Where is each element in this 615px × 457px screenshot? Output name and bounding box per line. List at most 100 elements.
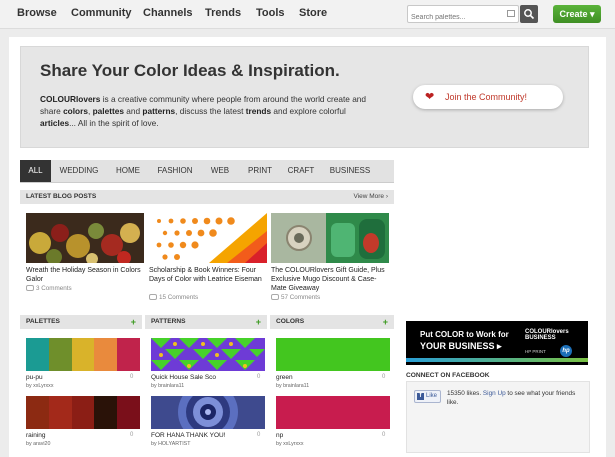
- palette-swatch[interactable]: [26, 338, 140, 371]
- facebook-header: CONNECT ON FACEBOOK: [406, 372, 490, 379]
- blog-header: LATEST BLOG POSTS View More ›: [20, 190, 394, 204]
- color-swatch[interactable]: [276, 396, 390, 429]
- color-name[interactable]: np: [276, 432, 283, 439]
- post-title-1[interactable]: Wreath the Holiday Season in Colors Galo…: [26, 266, 146, 284]
- palette-color-strip: [48, 338, 72, 371]
- pattern-author[interactable]: by brainlara11: [151, 383, 184, 389]
- palette-color-strip: [71, 338, 95, 371]
- palette-color-strip: [26, 338, 49, 371]
- add-color-icon[interactable]: +: [383, 315, 388, 329]
- palette-color-strip: [71, 396, 95, 429]
- palette-grid-icon[interactable]: [507, 10, 515, 17]
- hero-banner: Share Your Color Ideas & Inspiration. CO…: [20, 46, 589, 148]
- post-thumbnail-halftone[interactable]: [149, 213, 267, 263]
- tab-craft[interactable]: CRAFT: [280, 160, 322, 182]
- link-colors[interactable]: colors: [63, 106, 88, 116]
- link-patterns[interactable]: patterns: [142, 106, 175, 116]
- link-palettes[interactable]: palettes: [93, 106, 124, 116]
- color-author[interactable]: by brainlara11: [276, 383, 309, 389]
- palette-color-strip: [117, 338, 140, 371]
- link-trends[interactable]: trends: [246, 106, 271, 116]
- tab-business[interactable]: BUSINESS: [322, 160, 378, 182]
- pattern-name[interactable]: Quick House Sale Sco: [151, 374, 216, 381]
- pattern-name[interactable]: FOR HANA THANK YOU!: [151, 432, 226, 439]
- brand-name: COLOURlovers: [40, 94, 101, 104]
- post-thumbnail-gifts[interactable]: [271, 213, 389, 263]
- palette-swatch[interactable]: [26, 396, 140, 429]
- business-ad-banner[interactable]: Put COLOR to Work for YOUR BUSINESS ▸ CO…: [406, 321, 588, 365]
- main-content: Share Your Color Ideas & Inspiration. CO…: [9, 37, 606, 457]
- palette-color-strip: [26, 396, 49, 429]
- color-comments: 0: [382, 432, 386, 438]
- palette-author[interactable]: by xxLyrxxx: [26, 383, 53, 389]
- facebook-like-button[interactable]: f Like: [414, 390, 441, 403]
- create-button[interactable]: Create ▾: [553, 5, 601, 23]
- colors-header: COLORS +: [270, 315, 394, 329]
- facebook-signup-link[interactable]: Sign Up: [483, 390, 506, 397]
- palette-name[interactable]: pu-pu: [26, 374, 43, 381]
- post-comments-3[interactable]: 57 Comments: [271, 294, 320, 301]
- facebook-icon: f: [417, 393, 424, 400]
- top-nav: Browse Community Channels Trends Tools S…: [0, 0, 615, 29]
- hero-text: and: [123, 106, 143, 116]
- heart-icon: ❤: [425, 91, 435, 103]
- nav-store[interactable]: Store: [299, 7, 327, 19]
- hero-description: COLOURlovers is a creative community whe…: [40, 93, 380, 129]
- nav-channels[interactable]: Channels: [143, 7, 193, 19]
- likes-count: 15350 likes.: [447, 390, 483, 397]
- join-community-button[interactable]: ❤ Join the Community!: [413, 85, 563, 109]
- hero-text: , discuss the latest: [175, 106, 246, 116]
- facebook-likes-text: 15350 likes. Sign Up to see what your fr…: [447, 390, 585, 407]
- hp-logo-icon: hp: [560, 345, 572, 357]
- color-swatch[interactable]: [276, 338, 390, 371]
- search-input[interactable]: [408, 9, 502, 26]
- ad-partner: HP PRINT: [525, 349, 546, 354]
- tab-home[interactable]: HOME: [106, 160, 150, 182]
- comments-count: 57 Comments: [281, 294, 321, 301]
- tab-web[interactable]: WEB: [200, 160, 240, 182]
- post-thumbnail-ornaments[interactable]: [26, 213, 144, 263]
- comment-icon: [271, 294, 279, 301]
- tab-print[interactable]: PRINT: [240, 160, 280, 182]
- tab-fashion[interactable]: FASHION: [150, 160, 200, 182]
- palette-color-strip: [94, 396, 118, 429]
- pattern-author[interactable]: by HOLYARTIST: [151, 441, 190, 447]
- add-palette-icon[interactable]: +: [131, 315, 136, 329]
- color-comments: 0: [382, 374, 386, 380]
- like-label: Like: [426, 393, 438, 399]
- patterns-title: PATTERNS: [151, 318, 186, 325]
- pattern-comments: 0: [257, 432, 261, 438]
- hero-title: Share Your Color Ideas & Inspiration.: [40, 61, 340, 80]
- tab-all[interactable]: ALL: [20, 160, 51, 182]
- nav-browse[interactable]: Browse: [17, 7, 57, 19]
- palettes-header: PALETTES +: [20, 315, 142, 329]
- hero-text: and explore colorful: [271, 106, 346, 116]
- ad-stripe: [406, 358, 588, 362]
- color-name[interactable]: green: [276, 374, 293, 381]
- pattern-swatch[interactable]: [151, 396, 265, 429]
- palette-color-strip: [94, 338, 118, 371]
- nav-trends[interactable]: Trends: [205, 7, 241, 19]
- palette-author[interactable]: by aravi20: [26, 441, 50, 447]
- post-comments-2[interactable]: 15 Comments: [149, 294, 198, 301]
- join-label: Join the Community!: [445, 92, 528, 102]
- color-author[interactable]: by xxLyrxxx: [276, 441, 303, 447]
- palette-comments: 0: [130, 432, 134, 438]
- post-comments-1[interactable]: 3 Comments: [26, 285, 72, 292]
- nav-tools[interactable]: Tools: [256, 7, 285, 19]
- tab-wedding[interactable]: WEDDING: [52, 160, 106, 182]
- nav-community[interactable]: Community: [71, 7, 132, 19]
- search-box: [407, 5, 519, 26]
- comments-count: 15 Comments: [159, 294, 199, 301]
- palettes-title: PALETTES: [26, 318, 60, 325]
- view-more-link[interactable]: View More ›: [353, 190, 388, 204]
- post-title-2[interactable]: Scholarship & Book Winners: Four Days of…: [149, 266, 269, 284]
- add-pattern-icon[interactable]: +: [256, 315, 261, 329]
- patterns-header: PATTERNS +: [145, 315, 267, 329]
- hero-text: ... All in the spirit of love.: [69, 118, 159, 128]
- post-title-3[interactable]: The COLOURlovers Gift Guide, Plus Exclus…: [271, 266, 391, 293]
- search-button[interactable]: [520, 5, 538, 23]
- pattern-swatch[interactable]: [151, 338, 265, 371]
- palette-name[interactable]: raining: [26, 432, 46, 439]
- link-articles[interactable]: articles: [40, 118, 69, 128]
